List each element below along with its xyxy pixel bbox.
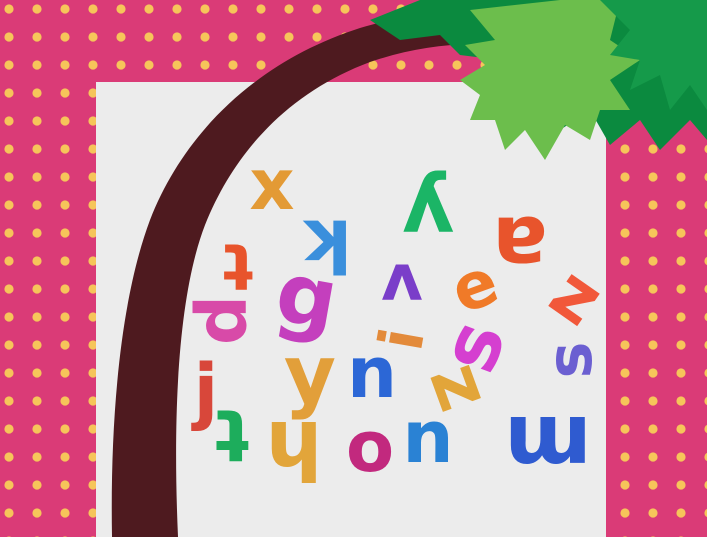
letter-t1: t: [223, 228, 254, 302]
illustration-scene: xt k vy ae zpg is sj y n zmt h o u: [0, 0, 707, 537]
letter-o: o: [346, 406, 394, 488]
letter-sl: s: [533, 342, 606, 379]
letter-t2: t: [215, 393, 249, 477]
letter-j: j: [191, 349, 219, 433]
letter-m: m: [504, 397, 592, 495]
letter-a1: a: [492, 198, 547, 293]
letter-p: p: [190, 295, 272, 345]
letter-h: h: [266, 403, 323, 496]
letter-y1: y: [402, 169, 454, 262]
letter-n: n: [347, 332, 397, 414]
letter-u: u: [402, 405, 453, 489]
letter-x: x: [249, 144, 294, 226]
